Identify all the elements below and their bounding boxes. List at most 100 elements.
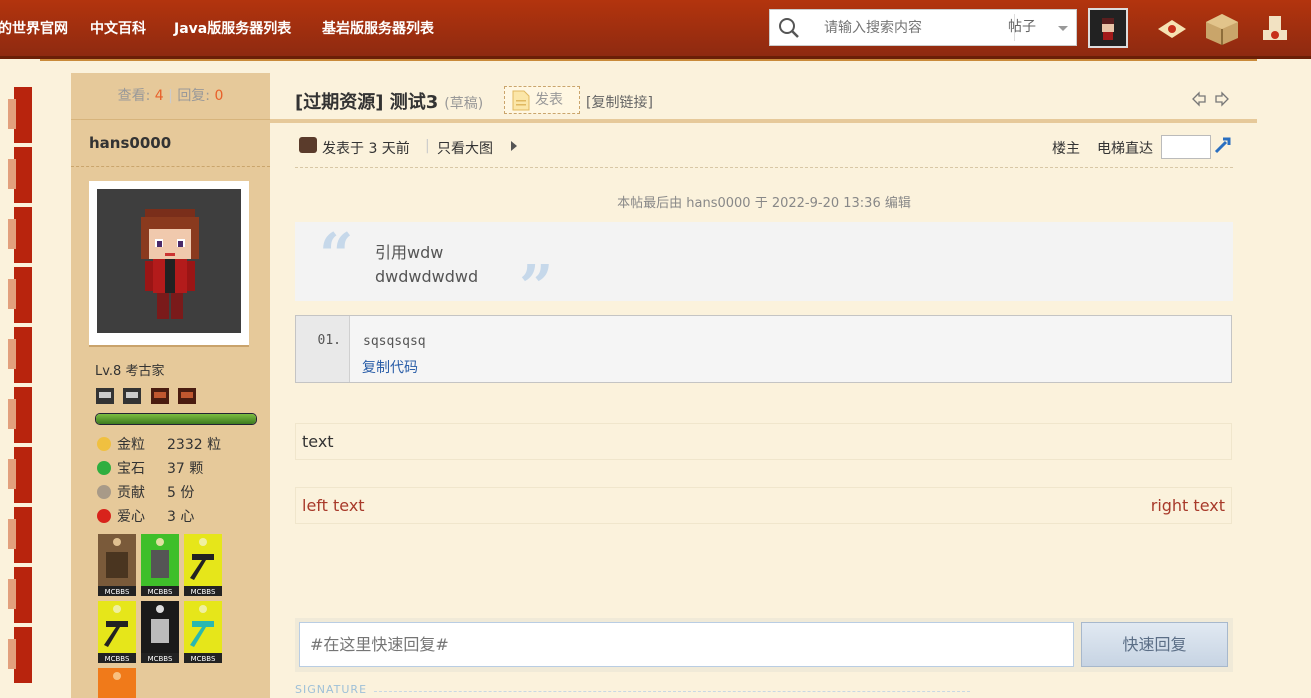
avatar-icon (141, 209, 199, 319)
text-box-aligned: left text right text (295, 487, 1232, 524)
small-avatar-icon (299, 137, 317, 153)
meta-separator: | (425, 138, 430, 154)
replies-count: 0 (214, 88, 224, 104)
quick-reply-input[interactable] (299, 622, 1074, 667)
resource-value: 2332 粒 (167, 437, 222, 453)
experience-bar (95, 413, 257, 425)
resource-gem: 宝石 37 颗 (97, 458, 203, 478)
next-thread-icon[interactable] (1214, 91, 1230, 107)
search-box: 帖子 (769, 9, 1077, 46)
open-quote-icon: “ (319, 221, 354, 291)
search-icon[interactable] (778, 17, 800, 39)
resource-value: 5 份 (167, 485, 195, 501)
code-gutter: 01. (296, 316, 350, 382)
publish-label: 发表 (535, 92, 563, 108)
ore-medal-icon[interactable]: MCBBS (141, 601, 179, 663)
document-icon (512, 90, 530, 111)
post-header: [过期资源] 测试3 (草稿) 发表 [复制链接] (270, 73, 1258, 123)
search-type-select[interactable]: 帖子 (1006, 14, 1074, 41)
medal-icon[interactable] (98, 668, 136, 698)
resource-label: 贡献 (117, 485, 145, 501)
resource-gold: 金粒 2332 粒 (97, 434, 221, 454)
right-text: right text (1150, 496, 1225, 515)
post-title: [过期资源] 测试3 (草稿) (295, 88, 483, 114)
author-username[interactable]: hans0000 (71, 120, 270, 167)
helmet-icon (123, 388, 142, 404)
view-big-images-link[interactable]: 只看大图 (437, 138, 493, 158)
medal-label: MCBBS (148, 655, 173, 663)
text-box: text (295, 423, 1232, 460)
edit-notice: 本帖最后由 hans0000 于 2022-9-20 13:36 编辑 (617, 196, 911, 211)
user-level: Lv.8 考古家 (95, 364, 165, 379)
left-text: left text (302, 496, 365, 515)
publish-button[interactable]: 发表 (504, 86, 580, 114)
code-line-number: 01. (317, 333, 341, 348)
nav-java-servers[interactable]: Java版服务器列表 (174, 18, 291, 38)
post-title-text: [过期资源] 测试3 (295, 92, 439, 113)
left-decoration (0, 59, 40, 698)
pickaxe-medal-icon[interactable]: MCBBS (98, 601, 136, 663)
post-time: 发表于 3 天前 (322, 141, 410, 157)
author-avatar[interactable] (89, 181, 249, 345)
views-count: 4 (154, 88, 164, 104)
nav-wiki[interactable]: 中文百科 (90, 18, 146, 38)
medal-icon[interactable]: MCBBS (98, 534, 136, 596)
previous-thread-icon[interactable] (1191, 91, 1207, 107)
op-label: 楼主 (1052, 141, 1080, 157)
avatar-icon (1100, 16, 1116, 40)
search-input[interactable] (812, 14, 1015, 41)
apple-icon (97, 509, 111, 523)
medal-label: MCBBS (191, 588, 216, 596)
post-stats: 查看: 4 | 回复: 0 (71, 73, 270, 120)
quote-line: dwdwdwdwd (375, 267, 479, 286)
resource-love: 爱心 3 心 (97, 506, 194, 526)
signature-label: SIGNATURE (295, 683, 368, 696)
code-block: 01. sqsqsqsq 复制代码 (295, 315, 1232, 383)
replies-label: 回复: (177, 88, 211, 104)
diamond-pickaxe-medal-icon[interactable]: MCBBS (184, 601, 222, 663)
draft-label: (草稿) (444, 96, 484, 112)
contribution-icon (97, 485, 111, 499)
copy-code-link[interactable]: 复制代码 (362, 357, 418, 377)
author-sidebar: 查看: 4 | 回复: 0 hans0000 Lv.8 考古家 金粒 2332 … (71, 73, 270, 698)
right-margin (1257, 59, 1311, 698)
chevron-down-icon (1058, 26, 1068, 31)
copy-link[interactable]: [复制链接] (586, 92, 653, 112)
crafting-table-icon[interactable] (1204, 12, 1240, 46)
close-quote-icon: ” (519, 253, 554, 323)
code-text: sqsqsqsq (363, 334, 426, 349)
resource-label: 宝石 (117, 461, 145, 477)
resource-value: 3 心 (167, 509, 195, 525)
play-icon (511, 141, 517, 151)
notification-icon[interactable] (1257, 12, 1293, 46)
quick-reply-button[interactable]: 快速回复 (1081, 622, 1228, 667)
top-navigation-bar: 的世界官网 中文百科 Java版服务器列表 基岩版服务器列表 帖子 (0, 0, 1311, 59)
body-text: text (302, 432, 334, 451)
pickaxe-medal-icon[interactable]: MCBBS (184, 534, 222, 596)
helmet-icon (178, 388, 197, 404)
message-icon[interactable] (1154, 12, 1190, 46)
emerald-icon (97, 461, 111, 475)
signature-divider (374, 691, 970, 692)
quote-line: 引用wdw (375, 243, 444, 262)
go-arrow-icon[interactable] (1213, 135, 1233, 155)
medal-icon[interactable]: MCBBS (141, 534, 179, 596)
quick-reply-area: 快速回复 (295, 618, 1233, 672)
nav-bedrock-servers[interactable]: 基岩版服务器列表 (322, 18, 434, 38)
floor-jump-input[interactable] (1161, 135, 1211, 159)
experience-fill (96, 414, 256, 424)
medal-label: MCBBS (105, 588, 130, 596)
nav-official-site[interactable]: 的世界官网 (0, 18, 68, 38)
medal-label: MCBBS (148, 588, 173, 596)
helmet-icon (96, 388, 114, 404)
user-avatar-button[interactable] (1088, 8, 1128, 48)
medal-label: MCBBS (191, 655, 216, 663)
medal-label: MCBBS (105, 655, 130, 663)
elevator-label: 电梯直达 (1097, 141, 1153, 157)
resource-value: 37 颗 (167, 461, 204, 477)
helmet-icon (150, 388, 169, 404)
level-badges (95, 387, 200, 409)
post-meta: 发表于 3 天前 | 只看大图 楼主 电梯直达 (295, 127, 1233, 168)
resource-label: 爱心 (117, 509, 145, 525)
resource-label: 金粒 (117, 437, 145, 453)
